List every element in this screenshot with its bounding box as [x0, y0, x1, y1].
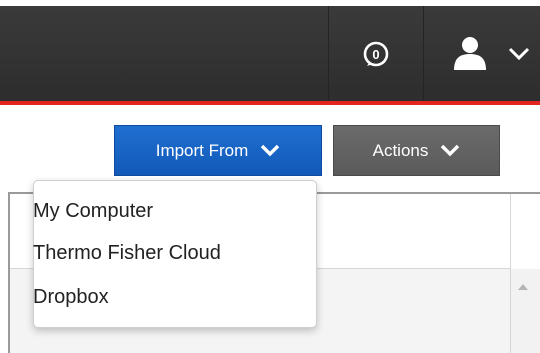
user-menu-button[interactable] — [450, 36, 490, 70]
menu-item-thermo-fisher-cloud[interactable]: Thermo Fisher Cloud — [33, 242, 221, 265]
notifications-button[interactable]: 0 — [363, 41, 389, 67]
actions-label: Actions — [372, 140, 429, 160]
menu-item-my-computer[interactable]: My Computer — [33, 200, 153, 223]
user-icon — [454, 37, 486, 70]
header-divider — [328, 6, 329, 101]
import-from-label: Import From — [155, 140, 249, 160]
table-left-border — [8, 192, 10, 353]
notification-badge-icon: 0 — [363, 41, 389, 67]
scroll-up-button[interactable] — [517, 278, 529, 290]
caret-up-icon — [518, 284, 528, 290]
user-menu-toggle[interactable] — [508, 47, 530, 61]
app-window: 0 Import From Actions My Computer Thermo… — [0, 0, 540, 353]
chevron-down-icon — [508, 47, 530, 61]
actions-button[interactable]: Actions — [333, 125, 500, 176]
notification-count: 0 — [372, 47, 379, 62]
chevron-down-icon — [441, 144, 460, 157]
menu-item-dropbox[interactable]: Dropbox — [33, 286, 109, 309]
chevron-down-icon — [261, 144, 280, 157]
header-divider — [423, 6, 424, 101]
import-from-button[interactable]: Import From — [114, 125, 322, 176]
